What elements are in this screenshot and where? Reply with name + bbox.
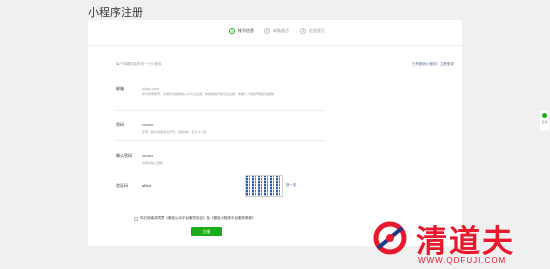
step-account-info: 1 帐号信息 (229, 28, 254, 34)
watermark-url: WWW.QDFUJI.COM (418, 256, 507, 265)
captcha-refresh-link[interactable]: 换一张 (286, 183, 297, 188)
step-label: 邮箱激活 (273, 28, 289, 33)
step-label: 帐号信息 (238, 28, 254, 33)
login-link[interactable]: 已有微信小程序？立即登录 (412, 62, 454, 67)
confirm-password-label: 确认密码 (116, 153, 132, 158)
agreement: 你已阅读并同意《微信公众平台服务协议》及《微信小程序平台服务条款》 (134, 216, 256, 221)
email-label: 邮箱 (116, 86, 124, 91)
row-divider (116, 140, 326, 141)
captcha-field[interactable]: aBcd (142, 183, 151, 188)
step-label: 信息登记 (309, 28, 325, 33)
watermark-logo-icon (373, 221, 407, 255)
confirm-password-hint: 请再次输入密码 (142, 161, 164, 165)
watermark-text: 清道夫 (416, 224, 515, 260)
password-hint: 字母、数字或者英文符号，最短8位，区分大小写 (142, 130, 207, 134)
step-number: 1 (229, 28, 235, 34)
email-field[interactable]: @qq.com (142, 86, 159, 91)
email-hint: 作为登录帐号，请填写未被微信公众平台注册，未被微信开放平台注册，未被个人微信号绑… (142, 92, 275, 96)
page-title: 小程序注册 (88, 7, 143, 19)
confirm-password-field[interactable]: •••••••• (142, 153, 153, 158)
password-label: 密码 (116, 122, 124, 127)
step-progress: 1 帐号信息 2 邮箱激活 3 信息登记 (88, 28, 462, 46)
step-info-registration: 3 信息登记 (300, 28, 325, 34)
agreement-checkbox[interactable] (134, 216, 138, 221)
register-button[interactable]: 注册 (191, 227, 222, 236)
captcha-label: 验证码 (116, 183, 128, 188)
step-number: 3 (300, 28, 306, 34)
feedback-icon (542, 113, 547, 118)
form-note: 每个邮箱仅能申请一个小程序 (116, 62, 162, 66)
captcha-image[interactable] (245, 175, 283, 197)
password-field[interactable]: •••••••• (142, 122, 153, 127)
step-number: 2 (264, 28, 270, 34)
step-email-activation: 2 邮箱激活 (264, 28, 289, 34)
watermark: 清道夫 WWW.QDFUJI.COM (358, 212, 550, 269)
feedback-tool[interactable]: 反馈 (540, 111, 549, 131)
row-divider (116, 110, 326, 111)
agreement-text: 你已阅读并同意《微信公众平台服务协议》及《微信小程序平台服务条款》 (140, 216, 256, 220)
feedback-label: 反馈 (541, 120, 548, 124)
steps-divider (88, 45, 462, 46)
